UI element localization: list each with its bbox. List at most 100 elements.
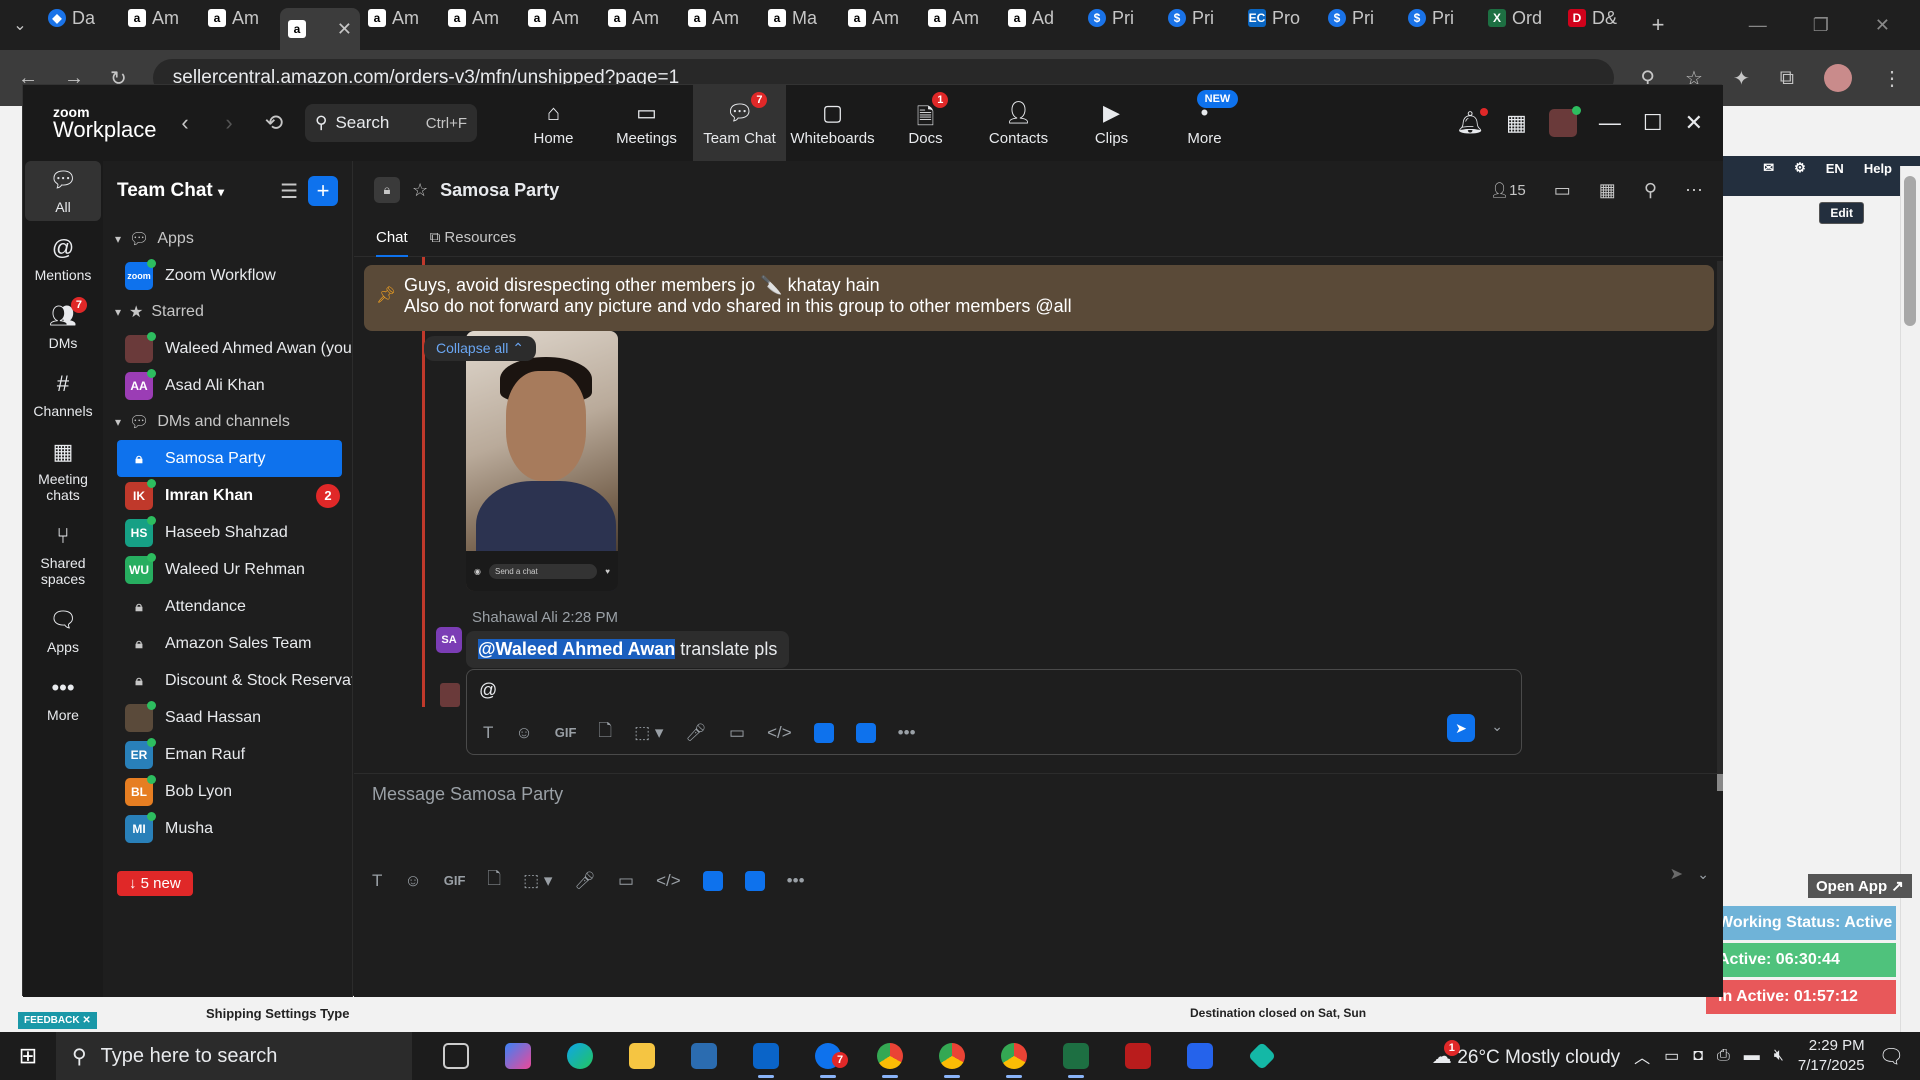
format-text-icon[interactable]: T [483, 723, 493, 743]
member-count[interactable]: 👤︎15 [1490, 181, 1526, 199]
rail-meeting-chats[interactable]: ▦ Meeting chats [25, 433, 101, 509]
nav-meetings[interactable]: ▭ Meetings [600, 85, 693, 161]
list-item[interactable]: HS Haseeb Shahzad [103, 514, 352, 551]
thread-reply-box[interactable]: @ T ☺ GIF 🗋︎ ⬚ ▾ 🎤︎ ▭ </> ••• ➤ ⌄ [466, 669, 1522, 755]
app-icon[interactable] [1242, 1038, 1282, 1074]
settings-gear-icon[interactable]: ⚙ [1794, 160, 1806, 176]
video-call-icon[interactable]: ▭ [1554, 180, 1571, 201]
start-button[interactable]: ⊞ [0, 1043, 56, 1069]
browser-tab[interactable]: a Am [360, 0, 440, 36]
search-icon[interactable]: ⚲ [1644, 180, 1657, 201]
zoom-maximize-icon[interactable]: ☐ [1643, 110, 1663, 136]
browser-tab[interactable]: $ Pri [1320, 0, 1400, 36]
add-chat-button[interactable]: + [308, 176, 338, 206]
new-messages-pill[interactable]: ↓ 5 new [117, 871, 193, 896]
browser-tab[interactable]: $ Pri [1080, 0, 1160, 36]
browser-tab[interactable]: X Ord [1480, 0, 1560, 36]
tray-chevron-icon[interactable]: ︿ [1634, 1044, 1650, 1068]
tray-display-icon[interactable]: ▭ [1664, 1046, 1679, 1066]
feedback-tab[interactable]: FEEDBACK ✕ [18, 1012, 97, 1029]
browser-tab[interactable]: a Ma [760, 0, 840, 36]
gif-button[interactable]: GIF [555, 725, 577, 740]
nav-docs[interactable]: 🗎︎ 1 Docs [879, 85, 972, 161]
speaker-muted-icon[interactable]: 🔇︎ [1774, 1047, 1784, 1065]
app-shortcut-2-icon[interactable] [744, 870, 765, 891]
file-icon[interactable]: 🗋︎ [598, 718, 612, 747]
notification-bell-icon[interactable]: 🔔︎ [1456, 108, 1489, 136]
tab-search-dropdown-icon[interactable]: ⌄ [0, 15, 40, 35]
nav-clips[interactable]: ▶ Clips [1065, 85, 1158, 161]
clock[interactable]: 2:29 PM 7/17/2025 [1798, 1036, 1865, 1077]
browser-tab[interactable]: a Am [840, 0, 920, 36]
rail-all[interactable]: 💬︎ All [25, 161, 101, 221]
message-sender[interactable]: Shahawal Ali [472, 609, 558, 626]
star-outline-icon[interactable]: ☆ [412, 180, 428, 201]
browser-tab[interactable]: a Am [440, 0, 520, 36]
microphone-icon[interactable]: 🎤︎ [574, 871, 596, 891]
browser-tab[interactable]: $ Pri [1160, 0, 1240, 36]
seller-edit-button[interactable]: Edit [1819, 202, 1864, 224]
browser-tab[interactable]: a Am [920, 0, 1000, 36]
code-snippet-icon[interactable]: </> [656, 871, 681, 891]
chat-title[interactable]: Samosa Party [440, 180, 559, 201]
microphone-icon[interactable]: 🎤︎ [685, 723, 707, 743]
gif-button[interactable]: GIF [444, 873, 466, 888]
page-scrollbar-thumb[interactable] [1904, 176, 1916, 326]
browser-tab[interactable]: a ✕ [280, 8, 360, 50]
tab-resources[interactable]: ⧉ Resources [430, 219, 516, 257]
browser-tab[interactable]: a Am [120, 0, 200, 36]
sender-avatar[interactable]: SA [436, 627, 462, 653]
profile-avatar[interactable] [1824, 64, 1852, 92]
calendar-panel-icon[interactable]: ▦ [1506, 110, 1527, 136]
send-button[interactable]: ➤ [1447, 714, 1475, 742]
notification-center-icon[interactable]: 🗨︎ [1879, 1044, 1904, 1069]
filter-icon[interactable]: ☰ [280, 179, 298, 204]
battery-icon[interactable]: ▬ [1744, 1047, 1760, 1065]
nav-home[interactable]: ⌂ Home [507, 85, 600, 161]
zoom-minimize-icon[interactable]: — [1599, 110, 1621, 136]
copilot-icon[interactable] [498, 1038, 538, 1074]
extensions-puzzle-icon[interactable]: ⧉ [1780, 67, 1794, 90]
mail-icon[interactable]: ✉ [1763, 160, 1774, 176]
reply-input[interactable]: @ [479, 680, 497, 701]
app-shortcut-icon[interactable] [813, 722, 834, 743]
outlook-icon[interactable] [746, 1038, 786, 1078]
emoji-icon[interactable]: ☺ [515, 723, 532, 743]
list-item[interactable]: Saad Hassan [103, 699, 352, 736]
list-item[interactable]: IK Imran Khan 2 [103, 477, 352, 514]
minimize-icon[interactable]: — [1749, 15, 1767, 36]
zoom-forward-icon[interactable]: › [207, 110, 251, 136]
destination-closed-label[interactable]: Destination closed on Sat, Sun [1190, 1006, 1366, 1020]
list-item[interactable]: 🔒︎ Amazon Sales Team [103, 625, 352, 662]
file-icon[interactable]: 🗋︎ [487, 866, 501, 895]
calendar-icon[interactable]: ▦ [1599, 180, 1616, 201]
screenshot-icon[interactable]: ⬚ ▾ [523, 871, 552, 891]
rail-apps[interactable]: 🗨︎ Apps [25, 601, 101, 661]
taskbar-search[interactable]: ⚲ Type here to search [56, 1032, 412, 1080]
chrome-profile-icon[interactable] [932, 1038, 972, 1078]
chat-scrollbar[interactable] [1717, 261, 1723, 781]
chrome-profile-2-icon[interactable] [994, 1038, 1034, 1078]
rail-channels[interactable]: # Channels [25, 365, 101, 425]
help-link[interactable]: Help [1864, 161, 1892, 176]
pinned-message[interactable]: 📌︎ Guys, avoid disrespecting other membe… [364, 265, 1714, 331]
video-message-icon[interactable]: ▭ [729, 723, 745, 743]
send-options-chevron-icon[interactable]: ⌄ [1697, 866, 1709, 883]
nav-more[interactable]: • NEW More [1158, 85, 1251, 161]
list-item[interactable]: MI Musha [103, 810, 352, 847]
language-selector[interactable]: EN [1826, 161, 1844, 176]
mention-tag[interactable]: @Waleed Ahmed Awan [478, 639, 676, 659]
browser-tab[interactable]: ◆ Da [40, 0, 120, 36]
compose-input[interactable]: Message Samosa Party [372, 784, 563, 805]
browser-tab[interactable]: a Am [200, 0, 280, 36]
rail-shared-spaces[interactable]: ⑂ Shared spaces [25, 517, 101, 593]
browser-tab[interactable]: a Am [520, 0, 600, 36]
browser-tab[interactable]: EC Pro [1240, 0, 1320, 36]
close-tab-icon[interactable]: ✕ [337, 19, 352, 40]
restore-icon[interactable]: ❐ [1813, 15, 1829, 36]
emoji-icon[interactable]: ☺ [404, 871, 421, 891]
shared-photo[interactable]: ◉ Send a chat ♥ [466, 331, 618, 591]
message-bubble[interactable]: @Waleed Ahmed Awan translate pls [466, 631, 790, 668]
excel-icon[interactable] [1056, 1038, 1096, 1078]
nav-whiteboards[interactable]: ▢ Whiteboards [786, 85, 879, 161]
